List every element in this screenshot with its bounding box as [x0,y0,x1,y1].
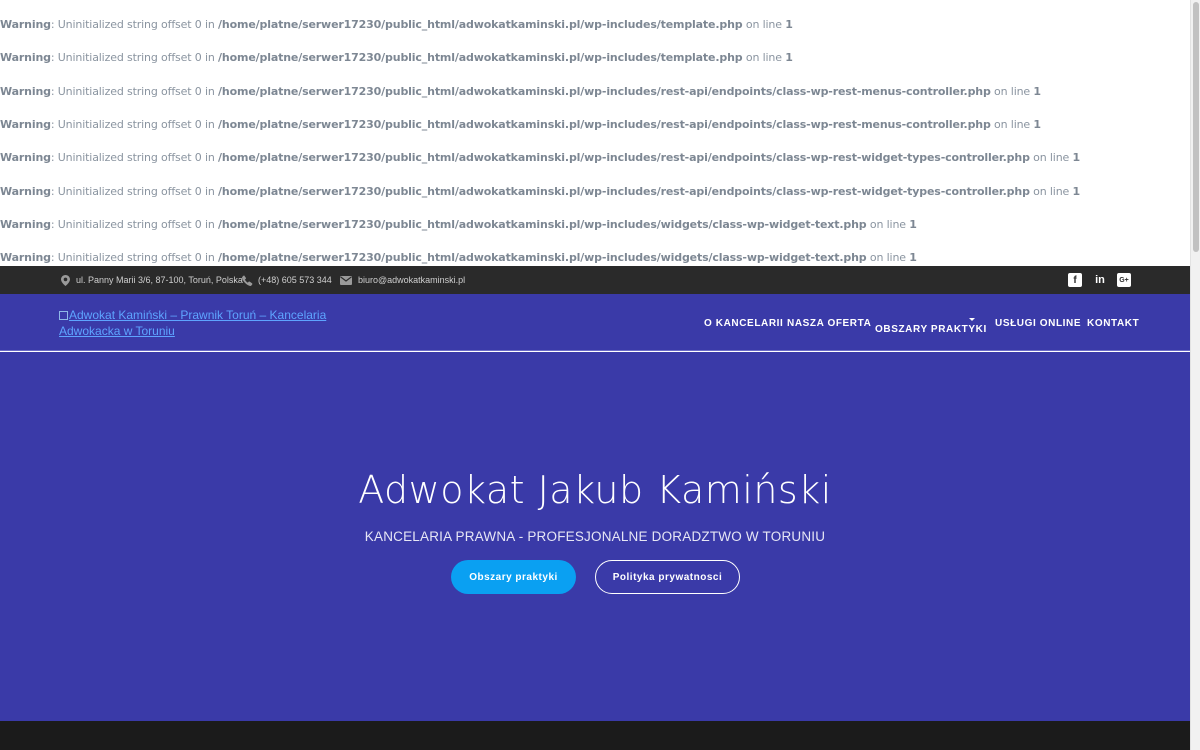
warning-line-number: 1 [909,218,917,231]
nav-item-o-kancelarii[interactable]: O KANCELARII [704,318,783,329]
next-section-strip [0,721,1190,750]
warning-suffix: on line [990,118,1034,131]
warning-line-number: 1 [909,251,917,264]
warning-line-number: 1 [1072,151,1081,164]
warning-line: Warning: Uninitialized string offset 0 i… [0,249,917,267]
broken-image-icon [59,311,68,320]
map-marker-icon [59,274,71,286]
warning-message: : Uninitialized string offset 0 in [50,18,219,31]
warning-message: : Uninitialized string offset 0 in [50,251,219,264]
site-logo-link[interactable]: Adwokat Kamiński – Prawnik Toruń – Kance… [59,307,379,339]
warning-path: /home/platne/serwer17230/public_html/adw… [218,18,743,31]
warning-line: Warning: Uninitialized string offset 0 i… [0,49,793,67]
warning-message: : Uninitialized string offset 0 in [50,218,219,231]
warning-line-number: 1 [1033,118,1041,131]
warning-line-number: 1 [1072,185,1081,198]
nav-item-obszary-praktyki[interactable]: OBSZARY PRAKTYKI [875,324,987,335]
linkedin-icon[interactable]: in [1093,273,1107,287]
warning-label: Warning [0,118,51,131]
warning-message: : Uninitialized string offset 0 in [50,151,219,164]
topbar-phone: (+48) 605 573 344 [241,266,332,294]
nav-item-kontakt[interactable]: KONTAKT [1087,318,1139,329]
warning-suffix: on line [866,218,910,231]
warning-label: Warning [0,251,51,264]
nav-item-nasza-oferta[interactable]: NASZA OFERTA [787,318,871,329]
warning-message: : Uninitialized string offset 0 in [50,118,219,131]
warning-suffix: on line [990,85,1034,98]
warning-label: Warning [0,185,51,198]
warning-suffix: on line [1029,151,1073,164]
warning-suffix: on line [1029,185,1073,198]
facebook-icon[interactable]: f [1068,273,1082,287]
email-text: biuro@adwokatkaminski.pl [358,275,466,285]
hero-section: Adwokat Jakub Kamiński KANCELARIA PRAWNA… [0,352,1190,721]
php-warnings: Warning: Uninitialized string offset 0 i… [0,0,1190,266]
main-navbar: Adwokat Kamiński – Prawnik Toruń – Kance… [0,294,1190,351]
topbar-address: ul. Panny Marii 3/6, 87-100, Toruń, Pols… [59,266,243,294]
top-info-bar: ul. Panny Marii 3/6, 87-100, Toruń, Pols… [0,266,1190,294]
warning-path: /home/platne/serwer17230/public_html/adw… [218,185,1030,198]
warning-line: Warning: Uninitialized string offset 0 i… [0,183,1080,201]
phone-icon [241,274,253,286]
warning-label: Warning [0,18,51,31]
warning-path: /home/platne/serwer17230/public_html/adw… [218,85,991,98]
scrollbar-thumb[interactable] [1193,2,1199,252]
topbar-email: biuro@adwokatkaminski.pl [339,266,465,294]
logo-alt-text: Adwokat Kamiński – Prawnik Toruń – Kance… [59,308,327,338]
warning-line: Warning: Uninitialized string offset 0 i… [0,116,1041,134]
warning-path: /home/platne/serwer17230/public_html/adw… [218,118,991,131]
warning-path: /home/platne/serwer17230/public_html/adw… [218,251,867,264]
warning-label: Warning [0,85,51,98]
obszary-praktyki-button[interactable]: Obszary praktyki [451,560,576,594]
warning-line: Warning: Uninitialized string offset 0 i… [0,216,917,234]
warning-label: Warning [0,51,51,64]
warning-path: /home/platne/serwer17230/public_html/adw… [218,51,743,64]
warning-message: : Uninitialized string offset 0 in [50,85,219,98]
warning-label: Warning [0,151,51,164]
address-text: ul. Panny Marii 3/6, 87-100, Toruń, Pols… [76,275,243,285]
warning-suffix: on line [742,18,786,31]
hero-title: Adwokat Jakub Kamiński [358,468,832,512]
warning-line: Warning: Uninitialized string offset 0 i… [0,149,1080,167]
nav-item-uslugi-online[interactable]: USŁUGI ONLINE [995,318,1081,329]
warning-line-number: 1 [1033,85,1041,98]
warning-label: Warning [0,218,51,231]
chevron-down-icon[interactable] [969,318,975,321]
page-scrollbar[interactable] [1190,0,1200,750]
warning-message: : Uninitialized string offset 0 in [50,51,219,64]
warning-line: Warning: Uninitialized string offset 0 i… [0,16,793,34]
warning-suffix: on line [866,251,910,264]
google-plus-icon[interactable]: G+ [1117,273,1131,287]
warning-line-number: 1 [785,18,793,31]
warning-suffix: on line [742,51,786,64]
hero-subtitle: KANCELARIA PRAWNA - PROFESJONALNE DORADZ… [364,529,826,544]
polityka-prywatnosci-button[interactable]: Polityka prywatnosci [595,560,740,594]
envelope-icon [339,274,353,286]
warning-path: /home/platne/serwer17230/public_html/adw… [218,151,1030,164]
warning-path: /home/platne/serwer17230/public_html/adw… [218,218,867,231]
warning-line-number: 1 [785,51,793,64]
warning-message: : Uninitialized string offset 0 in [50,185,219,198]
warning-line: Warning: Uninitialized string offset 0 i… [0,83,1041,101]
phone-text: (+48) 605 573 344 [258,275,332,285]
